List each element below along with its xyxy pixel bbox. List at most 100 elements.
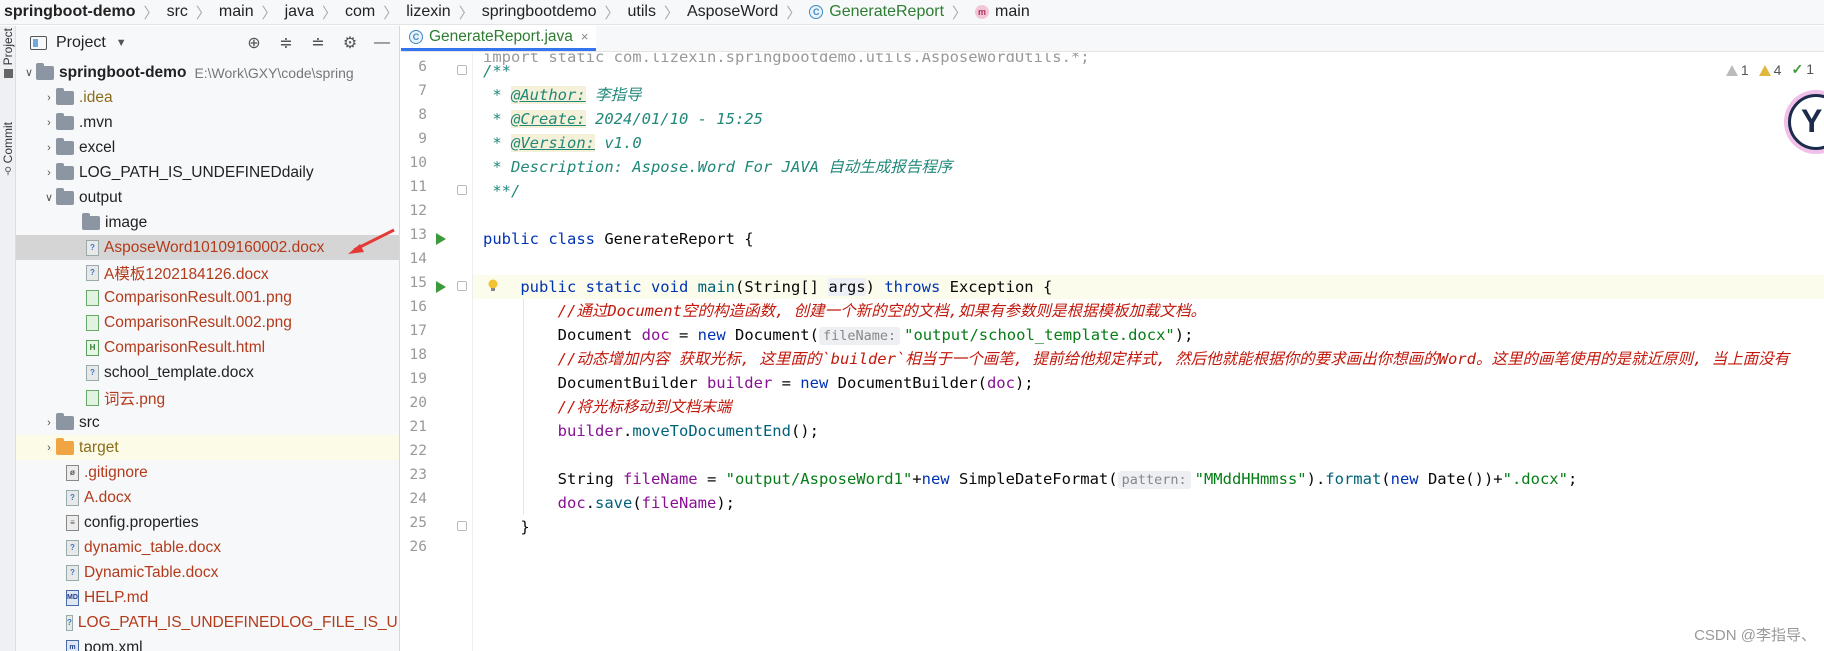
tab-label: GenerateReport.java	[429, 27, 573, 45]
code-line-18: //动态增加内容 获取光标, 这里面的`builder`相当于一个画笔, 提前给…	[483, 347, 1789, 371]
line-number: 12	[409, 203, 427, 219]
run-icon[interactable]	[436, 233, 446, 245]
breadcrumb-item-method[interactable]: m main	[973, 3, 1032, 21]
code-text: (String[]	[734, 278, 829, 296]
inspection-widget[interactable]: 1 4 ✓ 1	[1725, 61, 1814, 78]
tree-item-dynamic-table[interactable]: ? dynamic_table.docx	[16, 535, 399, 560]
code-area[interactable]: import static com.lizexin.springbootdemo…	[473, 53, 1824, 651]
doc-comment-text: **/	[483, 182, 521, 200]
chevron-right-icon[interactable]: ›	[42, 167, 56, 179]
collapse-all-icon[interactable]: ≐	[309, 33, 327, 53]
doc-comment-text: /**	[483, 62, 511, 80]
class-icon: C	[409, 29, 423, 44]
tree-item-label: .mvn	[79, 113, 113, 131]
chevron-right-icon[interactable]: ›	[42, 417, 56, 429]
tree-item-comparison-html[interactable]: H ComparisonResult.html	[16, 335, 399, 360]
class-icon: C	[809, 5, 824, 19]
tree-item-label: ComparisonResult.001.png	[104, 288, 292, 306]
tree-item-label: target	[79, 438, 119, 456]
code-line-17: Document doc = new Document(fileName: "ou…	[483, 323, 1193, 347]
unknown-file-icon: ?	[66, 614, 73, 631]
breadcrumb-item-src[interactable]: src	[165, 3, 190, 21]
chevron-down-icon[interactable]: ▼	[116, 37, 127, 49]
tree-item-gitignore[interactable]: ø .gitignore	[16, 460, 399, 485]
unknown-file-icon: ?	[66, 539, 79, 556]
tree-item-comparison-002[interactable]: ComparisonResult.002.png	[16, 310, 399, 335]
tree-item-comparison-001[interactable]: ComparisonResult.001.png	[16, 285, 399, 310]
gear-icon[interactable]: ⚙	[341, 33, 359, 53]
tree-item-help-md[interactable]: MD HELP.md	[16, 585, 399, 610]
breadcrumb: springboot-demo 〉 src 〉 main 〉 java 〉 com 〉 l…	[0, 0, 1824, 25]
tree-item-src[interactable]: › src	[16, 410, 399, 435]
tree-item-label: output	[79, 188, 123, 206]
tab-generatereport[interactable]: C GenerateReport.java ×	[401, 25, 597, 51]
tree-item-pom[interactable]: m pom.xml	[16, 635, 399, 651]
fold-icon[interactable]	[457, 185, 467, 195]
tree-item-label: LOG_PATH_IS_UNDEFINEDLOG_FILE_IS_UN	[77, 613, 400, 631]
variable: fileName	[622, 470, 698, 488]
tree-item-label: src	[79, 413, 100, 431]
breadcrumb-item-class[interactable]: C GenerateReport	[807, 3, 946, 21]
tree-item-label: DynamicTable.docx	[84, 563, 219, 581]
tree-item-asposeword-docx[interactable]: ? AsposeWord10109160002.docx	[16, 235, 399, 260]
breadcrumb-item-lizexin[interactable]: lizexin	[404, 3, 452, 21]
tree-item-image[interactable]: image	[16, 210, 399, 235]
tree-item-excel[interactable]: › excel	[16, 135, 399, 160]
chevron-down-icon[interactable]: ∨	[42, 191, 56, 204]
breadcrumb-item-utils[interactable]: utils	[625, 3, 657, 21]
string-literal: "MMddHHmmss"	[1194, 470, 1307, 488]
chevron-down-icon[interactable]: ∨	[22, 66, 36, 79]
chevron-right-icon[interactable]: ›	[42, 117, 56, 129]
breadcrumb-item-asposeword[interactable]: AsposeWord	[685, 3, 780, 21]
breadcrumb-item-main[interactable]: main	[217, 3, 256, 21]
breadcrumb-item-com[interactable]: com	[343, 3, 377, 21]
project-panel-title[interactable]: Project	[56, 34, 106, 52]
breadcrumb-item-springbootdemo[interactable]: springbootdemo	[480, 3, 599, 21]
hide-icon[interactable]: —	[373, 34, 391, 52]
watermark: CSDN @李指导、	[1694, 627, 1816, 644]
lightbulb-icon[interactable]	[487, 279, 499, 293]
tree-item-dynamictable[interactable]: ? DynamicTable.docx	[16, 560, 399, 585]
close-icon[interactable]: ×	[581, 29, 589, 44]
commit-tool-tab[interactable]: Commit ⚲	[0, 122, 16, 177]
line-number: 19	[409, 371, 427, 387]
locate-icon[interactable]: ⊕	[245, 33, 263, 53]
tree-item-wordcloud[interactable]: 词云.png	[16, 385, 399, 410]
line-number: 22	[409, 443, 427, 459]
tree-item-label: .idea	[79, 88, 113, 106]
code-line-25: }	[483, 515, 529, 539]
run-icon[interactable]	[436, 281, 446, 293]
ok-value: 1	[1806, 61, 1814, 77]
tree-item-label: pom.xml	[84, 638, 143, 651]
tree-item-log-daily[interactable]: › LOG_PATH_IS_UNDEFINEDdaily	[16, 160, 399, 185]
chevron-right-icon[interactable]: ›	[42, 142, 56, 154]
fold-icon[interactable]	[457, 281, 467, 291]
tree-item-log-file[interactable]: ? LOG_PATH_IS_UNDEFINEDLOG_FILE_IS_UN	[16, 610, 399, 635]
expand-all-icon[interactable]: ≑	[277, 33, 295, 53]
tree-item-config-properties[interactable]: ≡ config.properties	[16, 510, 399, 535]
tree-item-school-template[interactable]: ? school_template.docx	[16, 360, 399, 385]
chevron-right-icon[interactable]: ›	[42, 442, 56, 454]
fold-icon[interactable]	[457, 521, 467, 531]
keyword: new	[1390, 470, 1419, 488]
tree-item-target[interactable]: › target	[16, 435, 399, 460]
breadcrumb-item-project[interactable]: springboot-demo	[0, 3, 138, 21]
fold-icon[interactable]	[457, 65, 467, 75]
tree-item-label: A模板1202184126.docx	[104, 265, 269, 283]
doc-comment-text: *	[483, 110, 511, 128]
project-tool-tab[interactable]: Project	[0, 28, 16, 79]
tree-item-mvn[interactable]: › .mvn	[16, 110, 399, 135]
tree-item-idea[interactable]: › .idea	[16, 85, 399, 110]
chevron-right-icon[interactable]: ›	[42, 92, 56, 104]
folder-icon	[56, 162, 74, 180]
tree-item-a-docx[interactable]: ? A.docx	[16, 485, 399, 510]
tree-item-label: image	[105, 213, 148, 231]
keyword: new	[800, 374, 829, 392]
tree-item-template-docx[interactable]: ? A模板1202184126.docx	[16, 260, 399, 285]
tree-item-root[interactable]: ∨ springboot-demo E:\Work\GXY\code\sprin…	[16, 60, 399, 85]
breadcrumb-item-java[interactable]: java	[283, 3, 316, 21]
doc-comment-text: v1.0	[595, 134, 642, 152]
tree-item-output[interactable]: ∨ output	[16, 185, 399, 210]
markdown-file-icon: MD	[66, 589, 79, 606]
breadcrumb-separator: 〉	[604, 4, 620, 22]
